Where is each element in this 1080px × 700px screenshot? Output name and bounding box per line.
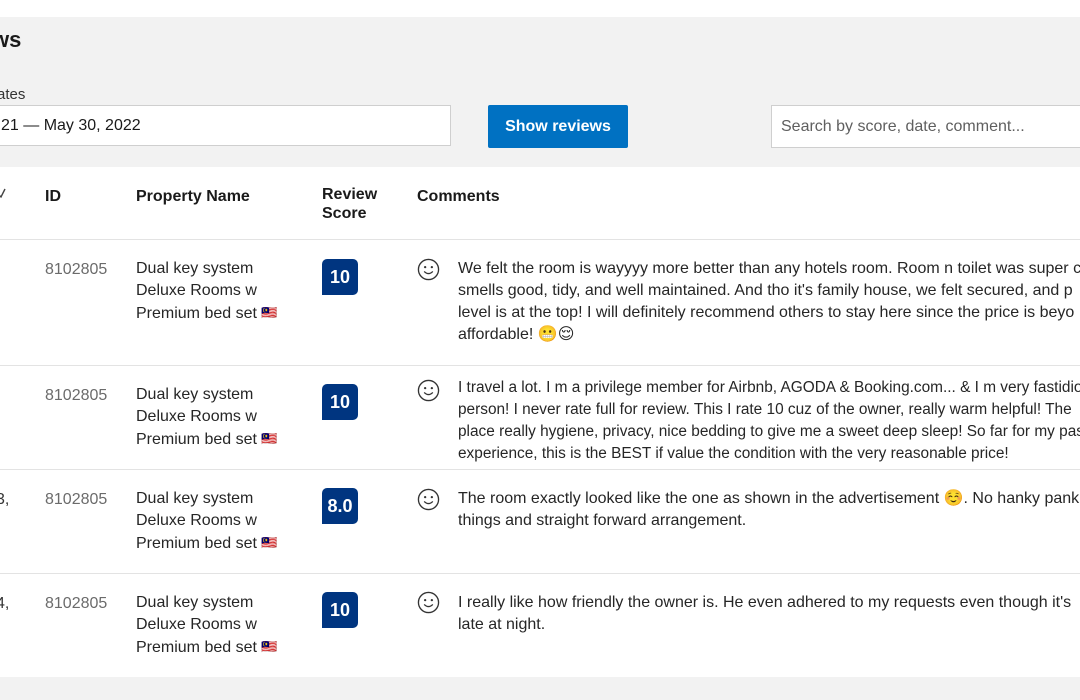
column-header-id[interactable]: ID	[45, 187, 61, 206]
review-id: 8102805	[45, 261, 108, 278]
row-divider	[0, 239, 1080, 240]
top-bar	[0, 0, 1080, 17]
malaysia-flag-icon: 🇲🇾	[260, 535, 278, 550]
smiley-icon	[417, 591, 440, 614]
row-divider	[0, 365, 1080, 366]
review-score-badge: 10	[322, 259, 358, 295]
malaysia-flag-icon: 🇲🇾	[260, 431, 278, 446]
smiley-icon	[417, 379, 440, 402]
row-divider	[0, 469, 1080, 470]
malaysia-flag-icon: 🇲🇾	[260, 639, 278, 654]
property-name-text: Dual key system Deluxe Rooms w Premium b…	[136, 260, 257, 322]
review-date: 4,	[0, 595, 10, 612]
search-input[interactable]	[771, 105, 1080, 148]
column-header-property-name[interactable]: Property Name	[136, 187, 250, 206]
column-header-comments[interactable]: Comments	[417, 187, 500, 206]
review-comment: We felt the room is wayyyy more better t…	[458, 260, 1080, 343]
review-id: 8102805	[45, 387, 108, 404]
page-bottom	[0, 677, 1080, 700]
property-name-text: Dual key system Deluxe Rooms w Premium b…	[136, 594, 257, 656]
sort-check-icon[interactable]	[0, 186, 6, 204]
property-name-text: Dual key system Deluxe Rooms w Premium b…	[136, 386, 257, 448]
page-title: ws	[0, 27, 22, 52]
row-divider	[0, 573, 1080, 574]
column-header-review-score[interactable]: Review Score	[322, 185, 392, 223]
review-date: 3,	[0, 491, 10, 508]
property-name: Dual key system Deluxe Rooms w Premium b…	[136, 384, 296, 451]
review-id: 8102805	[45, 595, 108, 612]
review-comment: The room exactly looked like the one as …	[458, 490, 1080, 529]
review-score-badge: 10	[322, 592, 358, 628]
date-range-input[interactable]: 21 — May 30, 2022	[0, 105, 451, 146]
dates-label: ates	[0, 86, 26, 103]
smiley-icon	[417, 258, 440, 281]
property-name: Dual key system Deluxe Rooms w Premium b…	[136, 592, 296, 659]
smiley-icon	[417, 488, 440, 511]
review-comment: I really like how friendly the owner is.…	[458, 594, 1072, 633]
malaysia-flag-icon: 🇲🇾	[260, 305, 278, 320]
property-name: Dual key system Deluxe Rooms w Premium b…	[136, 258, 296, 325]
review-score-badge: 8.0	[322, 488, 358, 524]
review-score-badge: 10	[322, 384, 358, 420]
review-id: 8102805	[45, 491, 108, 508]
property-name: Dual key system Deluxe Rooms w Premium b…	[136, 488, 296, 555]
show-reviews-button[interactable]: Show reviews	[488, 105, 628, 148]
property-name-text: Dual key system Deluxe Rooms w Premium b…	[136, 490, 257, 552]
review-comment: I travel a lot. I m a privilege member f…	[458, 379, 1080, 462]
